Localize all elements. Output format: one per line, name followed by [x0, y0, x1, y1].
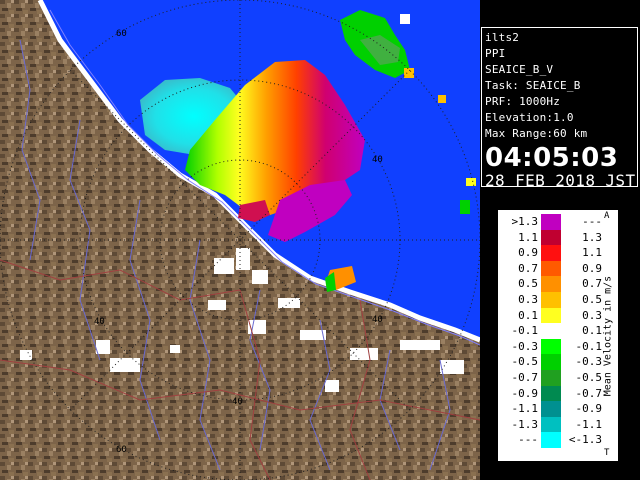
legend-row: 0.5 0.7: [502, 276, 602, 292]
legend-upper-bound: -0.9: [575, 402, 603, 416]
legend-lower-bound: 0.7: [518, 261, 538, 275]
legend-lower-bound: -0.5: [511, 355, 539, 369]
legend-swatch: [541, 416, 561, 433]
legend-lower-bound: >1.3: [511, 215, 539, 228]
range-label: 60: [116, 445, 127, 455]
legend-top-cap: A: [604, 211, 610, 221]
legend-upper-bound: 1.3: [582, 230, 602, 244]
legend-swatch: [541, 245, 561, 261]
legend-row: 0.3 0.5: [502, 291, 602, 308]
legend-swatch: [541, 229, 561, 246]
legend-lower-bound: 0.5: [518, 277, 538, 291]
legend-swatch: [541, 401, 561, 417]
legend-swatch: [541, 260, 561, 277]
legend-lower-bound: -1.3: [511, 417, 539, 431]
scan-time: 04:05:03: [485, 143, 619, 173]
legend-lower-bound: -1.1: [511, 402, 539, 416]
legend-row: -0.7 -0.5: [502, 369, 603, 386]
legend-upper-bound: -0.7: [575, 386, 603, 400]
legend-upper-bound: 0.9: [582, 261, 602, 275]
legend-row: -0.3 -0.1: [502, 338, 603, 355]
legend-row: 0.1 0.3: [502, 307, 602, 324]
legend-row: -0.5 -0.3: [502, 354, 602, 370]
legend-swatch: [541, 323, 561, 339]
prf-value: PRF: 1000Hz: [485, 95, 561, 108]
legend-upper-bound: <-1.3: [568, 433, 602, 447]
echo-speck-2: [404, 68, 414, 78]
legend-row: -0.9 -0.7: [502, 385, 603, 402]
legend-row: 0.7 0.9: [502, 260, 602, 277]
legend-lower-bound: -0.1: [511, 324, 539, 338]
legend-lower-bound: 0.9: [518, 246, 538, 260]
legend-swatch: [541, 385, 561, 402]
legend-upper-bound: 0.7: [582, 277, 602, 291]
echo-speck-5: [460, 200, 470, 214]
legend-upper-bound: 1.1: [582, 246, 602, 260]
legend-swatch: [541, 338, 561, 355]
range-label: 40: [372, 315, 383, 325]
range-label: 40: [94, 317, 105, 327]
legend-row: --- <-1.3: [502, 432, 602, 448]
echo-speck-4: [466, 178, 476, 186]
legend-upper-bound: 0.3: [582, 308, 602, 322]
legend-row: -1.1 -0.9: [502, 401, 602, 417]
legend-swatch: [541, 291, 561, 308]
legend-swatch: [541, 307, 561, 324]
product-name: SEAICE_B_V: [485, 63, 554, 76]
legend-upper-bound: -0.5: [575, 370, 603, 384]
scan-date: 28 FEB 2018 JST: [485, 171, 636, 190]
legend-upper-bound: -0.1: [575, 339, 603, 353]
scan-mode: PPI: [485, 47, 506, 60]
legend-row: -0.1 0.1: [502, 323, 602, 339]
legend-swatch: [541, 432, 561, 448]
legend-row: 1.1 1.3: [502, 229, 602, 246]
legend-swatch: [541, 369, 561, 386]
legend-swatch: [541, 214, 561, 230]
legend-lower-bound: -0.3: [511, 339, 539, 353]
legend-upper-bound: 0.1: [582, 324, 602, 338]
legend-swatch: [541, 354, 561, 370]
max-range-value: Max Range:60 km: [485, 127, 588, 140]
echo-speck-1: [400, 14, 410, 24]
site-name: ilts2: [485, 31, 520, 44]
legend-upper-bound: -0.3: [575, 355, 603, 369]
legend-upper-bound: ---: [582, 215, 602, 228]
legend-lower-bound: 0.1: [518, 308, 538, 322]
radar-map[interactable]: 60 40 40 40 60 40: [0, 0, 480, 480]
legend-row: -1.3 -1.1: [502, 416, 603, 433]
legend-lower-bound: -0.9: [511, 386, 539, 400]
legend-row: 0.9 1.1: [502, 245, 602, 261]
legend-lower-bound: 0.3: [518, 292, 538, 306]
velocity-legend: >1.3 --- 1.1 1.3 0.9 1.1 0.7 0.9 0.5 0.7 0.3 0.5 0.1…: [497, 209, 619, 462]
elevation-value: Elevation:1.0: [485, 111, 574, 124]
legend-upper-bound: 0.5: [582, 292, 602, 306]
legend-lower-bound: ---: [518, 433, 538, 447]
range-label: 60: [116, 29, 127, 39]
echo-speck-3: [438, 95, 446, 103]
legend-title: Mean Velocity in m/s: [602, 275, 614, 397]
range-label: 40: [232, 397, 243, 407]
legend-rows: >1.3 --- 1.1 1.3 0.9 1.1 0.7 0.9 0.5 0.7 0.3 0.5 0.1…: [502, 214, 602, 448]
info-panel: ilts2 PPI SEAICE_B_V Task: SEAICE_B PRF:…: [481, 27, 638, 190]
legend-bottom-cap: T: [604, 448, 610, 458]
legend-upper-bound: -1.1: [575, 417, 603, 431]
radar-display: { "info": { "site": "ilts2", "mode": "PP…: [0, 0, 640, 480]
legend-swatch: [541, 276, 561, 292]
task-name: Task: SEAICE_B: [485, 79, 581, 92]
range-label: 40: [372, 155, 383, 165]
legend-lower-bound: 1.1: [518, 230, 538, 244]
legend-lower-bound: -0.7: [511, 370, 539, 384]
legend-row: >1.3 ---: [502, 214, 602, 230]
